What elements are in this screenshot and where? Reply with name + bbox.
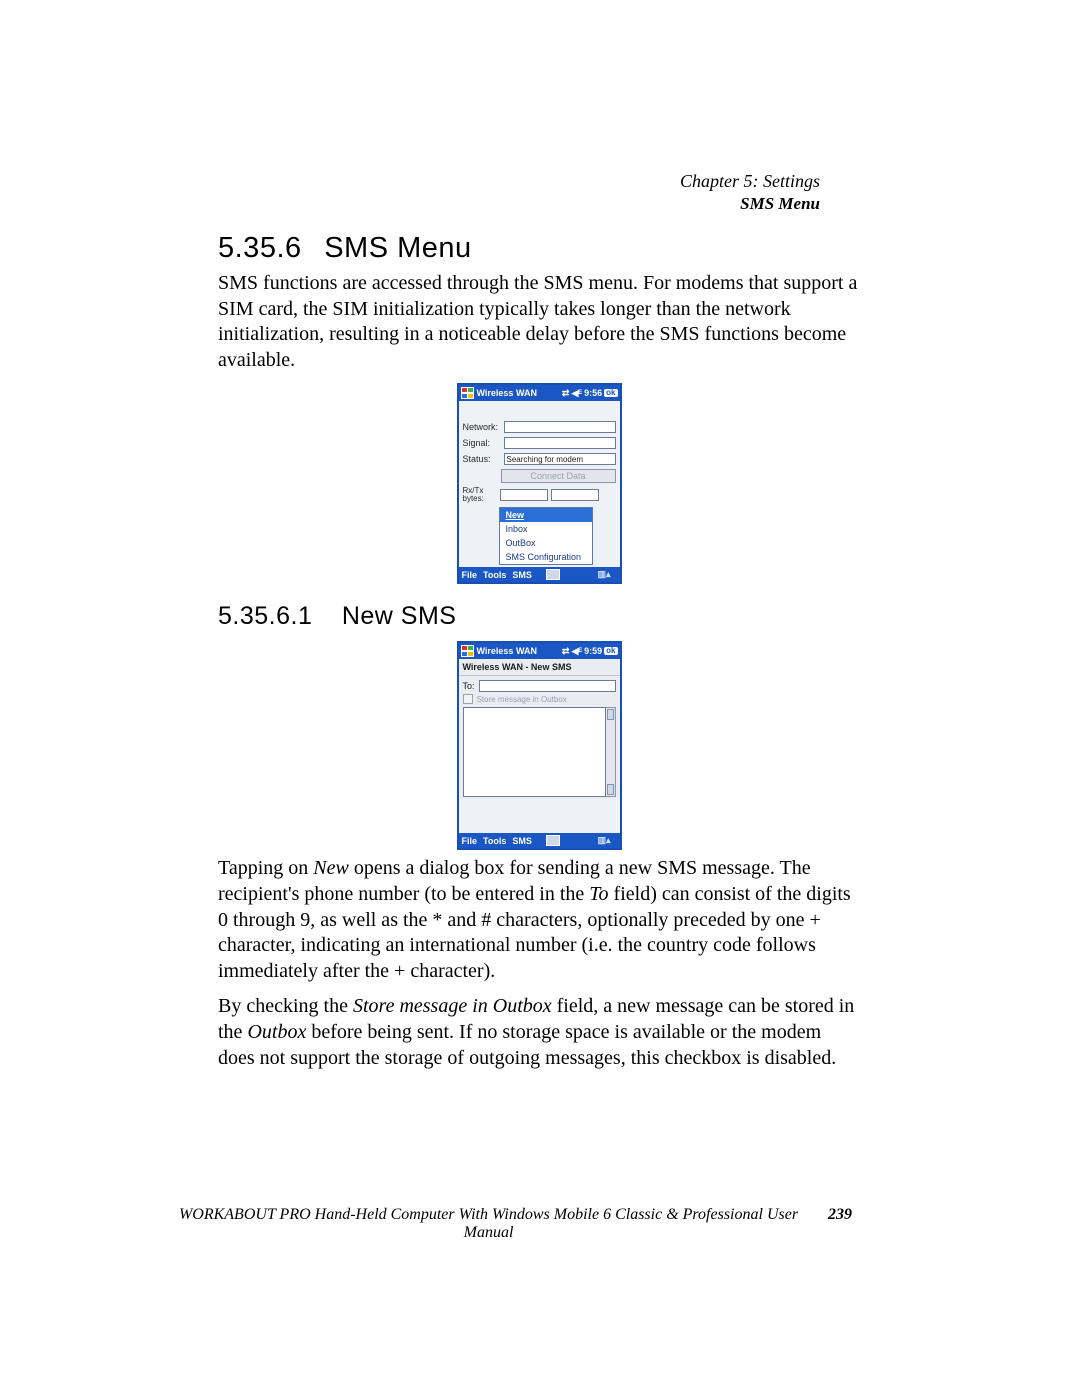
status-field[interactable]: Searching for modem [504,453,616,465]
footer-manual-title: WORKABOUT PRO Hand-Held Computer With Wi… [165,1206,812,1242]
keyboard-icon[interactable] [546,835,560,846]
section-title: SMS Menu [324,232,471,264]
footer-bar: File Tools SMS ▥▴ [459,567,620,582]
signal-label: Signal: [463,438,501,448]
message-textarea[interactable] [463,707,606,797]
to-field[interactable] [479,680,616,692]
scrollbar[interactable] [606,707,616,797]
store-in-outbox-label: Store message in Outbox [477,695,567,704]
page-header: Chapter 5: Settings SMS Menu [680,170,820,214]
status-label: Status: [463,454,501,464]
footer-right-icon[interactable]: ▥▴ [597,569,610,580]
network-label: Network: [463,422,501,432]
dialog-subtitle: Wireless WAN - New SMS [459,659,620,676]
speaker-icon: ◀ᴱ [571,389,582,398]
titlebar-icons: ⇄ ◀ᴱ 9:59 ok [562,647,618,656]
rx-field[interactable] [500,489,548,501]
footer-tools[interactable]: Tools [483,836,506,846]
keyboard-icon[interactable] [546,569,560,580]
menu-item-inbox[interactable]: Inbox [500,522,592,536]
network-field[interactable] [504,421,616,433]
footer-sms[interactable]: SMS [512,836,532,846]
footer-file[interactable]: File [462,836,478,846]
tx-field[interactable] [551,489,599,501]
sms-dropdown-menu: New Inbox OutBox SMS Configuration [499,507,593,565]
figure-sms-menu: Wireless WAN ⇄ ◀ᴱ 9:56 ok Network: [218,383,860,584]
to-label: To: [463,681,475,691]
clock-text: 9:59 [584,647,602,656]
wm-window-new-sms: Wireless WAN ⇄ ◀ᴱ 9:59 ok Wireless WAN -… [457,641,622,850]
content-area: 5.35.6 SMS Menu SMS functions are access… [218,232,860,1071]
window-body: Wireless WAN - New SMS To: Store message… [459,659,620,833]
section-number: 5.35.6 [218,232,302,264]
sync-icon: ⇄ [562,389,570,398]
subsection-heading: 5.35.6.1 New SMS [218,602,860,631]
footer-bar: File Tools SMS ▥▴ [459,833,620,848]
titlebar-icons: ⇄ ◀ᴱ 9:56 ok [562,389,618,398]
footer-right-icon[interactable]: ▥▴ [597,835,610,846]
section-heading: 5.35.6 SMS Menu [218,232,860,265]
signal-field[interactable] [504,437,616,449]
rxtx-label: Rx/Tx bytes: [463,487,497,503]
footer-file[interactable]: File [462,570,478,580]
window-title: Wireless WAN [477,646,562,656]
windows-flag-icon [461,387,474,399]
subsection-title: New SMS [342,602,457,630]
para-new-sms: Tapping on New opens a dialog box for se… [218,856,860,984]
wm-window-sms-menu: Wireless WAN ⇄ ◀ᴱ 9:56 ok Network: [457,383,622,584]
document-page: Chapter 5: Settings SMS Menu 5.35.6 SMS … [0,0,1080,1397]
page-footer: WORKABOUT PRO Hand-Held Computer With Wi… [165,1206,852,1242]
sync-icon: ⇄ [562,647,570,656]
subsection-number: 5.35.6.1 [218,602,312,630]
titlebar: Wireless WAN ⇄ ◀ᴱ 9:56 ok [459,385,620,401]
speaker-icon: ◀ᴱ [571,647,582,656]
store-in-outbox-checkbox[interactable] [463,694,473,704]
chapter-label: Chapter 5: Settings [680,170,820,193]
windows-flag-icon [461,645,474,657]
ok-button[interactable]: ok [604,647,617,655]
para-store-outbox: By checking the Store message in Outbox … [218,994,860,1071]
intro-paragraph: SMS functions are accessed through the S… [218,271,860,373]
window-title: Wireless WAN [477,388,562,398]
menu-item-sms-config[interactable]: SMS Configuration [500,550,592,564]
menu-item-new[interactable]: New [500,508,592,522]
clock-text: 9:56 [584,389,602,398]
menu-item-outbox[interactable]: OutBox [500,536,592,550]
page-number: 239 [828,1206,852,1224]
footer-sms[interactable]: SMS [512,570,532,580]
titlebar: Wireless WAN ⇄ ◀ᴱ 9:59 ok [459,643,620,659]
window-body: Network: Signal: Status: Searching for m… [459,401,620,567]
figure-new-sms: Wireless WAN ⇄ ◀ᴱ 9:59 ok Wireless WAN -… [218,641,860,850]
connect-data-button[interactable]: Connect Data [501,469,616,483]
ok-button[interactable]: ok [604,389,617,397]
footer-tools[interactable]: Tools [483,570,506,580]
topic-label: SMS Menu [680,193,820,214]
